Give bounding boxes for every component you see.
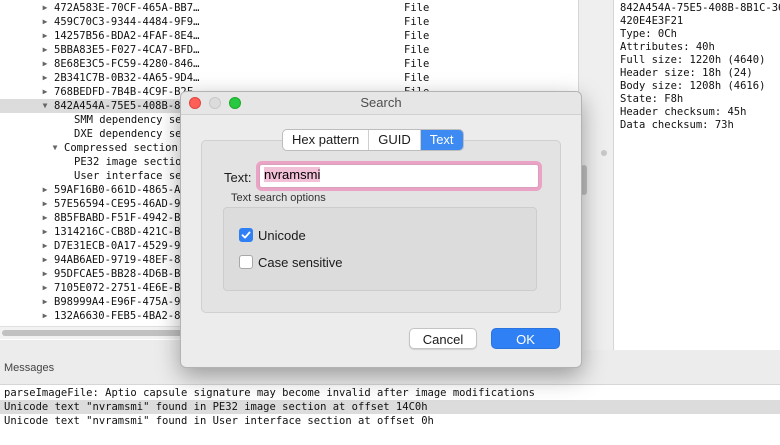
tree-row-name: 7105E072-2751-4E6E-BA (54, 282, 187, 294)
collapsed-arrow-icon[interactable]: ▶ (40, 253, 50, 267)
info-line: Body size: 1208h (4616) (620, 80, 766, 92)
tree-row-name: D7E31ECB-0A17-4529-9B (54, 240, 187, 252)
info-line: State: F8h (620, 93, 684, 105)
tree-row-name: 14257B56-BDA2-4FAF-8E4… (54, 30, 200, 42)
case-sensitive-checkbox[interactable] (239, 255, 253, 269)
collapsed-arrow-icon[interactable]: ▶ (40, 57, 50, 71)
info-line: Attributes: 40h (620, 41, 715, 53)
dialog-titlebar[interactable]: Search (181, 92, 581, 115)
tree-row-name: 132A6630-FEB5-4BA2-85 (54, 310, 187, 322)
tree-row-name: B98999A4-E96F-475A-99 (54, 296, 187, 308)
info-line: Header checksum: 45h (620, 106, 747, 118)
search-mode-tabs: Hex pattern GUID Text (282, 129, 464, 151)
messages-list[interactable]: parseImageFile: Aptio capsule signature … (0, 384, 780, 445)
tree-row-name: 57E56594-CE95-46AD-95 (54, 198, 187, 210)
collapsed-arrow-icon[interactable]: ▶ (40, 1, 50, 15)
collapsed-arrow-icon[interactable]: ▶ (40, 85, 50, 99)
tree-row-name: 2B341C7B-0B32-4A65-9D4… (54, 72, 200, 84)
tree-row[interactable]: ▶ 472A583E-70CF-465A-BB7… File (0, 1, 578, 15)
tree-row-name: 842A454A-75E5-408B-8B (54, 100, 187, 112)
message-line[interactable]: parseImageFile: Aptio capsule signature … (0, 386, 780, 400)
tree-row-name: 59AF16B0-661D-4865-A3 (54, 184, 187, 196)
panel-splitter[interactable] (578, 0, 614, 350)
options-group (223, 207, 537, 291)
collapsed-arrow-icon[interactable]: ▶ (40, 183, 50, 197)
tree-row[interactable]: ▶ 2B341C7B-0B32-4A65-9D4… File (0, 71, 578, 85)
tree-row[interactable]: ▶ 459C70C3-9344-4484-9F9… File (0, 15, 578, 29)
unicode-checkbox[interactable] (239, 228, 253, 242)
messages-title: Messages (4, 362, 55, 374)
collapsed-arrow-icon[interactable]: ▶ (40, 29, 50, 43)
text-label: Text: (224, 170, 252, 185)
tree-row-name: User interface sec (74, 170, 188, 182)
tree-row[interactable]: ▶ 8E68E3C5-FC59-4280-846… File (0, 57, 578, 71)
tree-row-name: 8E68E3C5-FC59-4280-846… (54, 58, 200, 70)
collapsed-arrow-icon[interactable]: ▶ (40, 309, 50, 323)
tab-text[interactable]: Text (420, 130, 463, 150)
case-sensitive-option[interactable]: Case sensitive (239, 254, 343, 270)
collapsed-arrow-icon[interactable]: ▶ (40, 43, 50, 57)
tree-horizontal-scrollbar-thumb[interactable] (2, 330, 192, 336)
collapsed-arrow-icon[interactable]: ▶ (40, 267, 50, 281)
tree-row-name: 94AB6AED-9719-48EF-83 (54, 254, 187, 266)
tree-row-type: File (404, 44, 430, 56)
tree-row-name: PE32 image section (74, 156, 188, 168)
dialog-title: Search (360, 95, 402, 110)
unicode-label: Unicode (258, 227, 306, 243)
collapsed-arrow-icon[interactable]: ▶ (40, 281, 50, 295)
info-line: Full size: 1220h (4640) (620, 54, 766, 66)
tree-row-name: 5BBA83E5-F027-4CA7-BFD… (54, 44, 200, 56)
collapsed-arrow-icon[interactable]: ▶ (40, 295, 50, 309)
info-line: Type: 0Ch (620, 28, 677, 40)
tree-row-type: File (404, 72, 430, 84)
case-sensitive-label: Case sensitive (258, 254, 343, 270)
tree-row[interactable]: ▶ 14257B56-BDA2-4FAF-8E4… File (0, 29, 578, 43)
tree-row-type: File (404, 30, 430, 42)
info-line: 842A454A-75E5-408B-8B1C-36 (620, 2, 780, 14)
expanded-arrow-icon[interactable]: ▼ (40, 99, 50, 113)
info-line: 420E4E3F21 (620, 15, 684, 27)
collapsed-arrow-icon[interactable]: ▶ (40, 15, 50, 29)
tree-row-name: 95DFCAE5-BB28-4D6B-B1 (54, 268, 187, 280)
tree-row-name: 1314216C-CB8D-421C-B8 (54, 226, 187, 238)
collapsed-arrow-icon[interactable]: ▶ (40, 239, 50, 253)
text-search-value: nvramsmi (264, 167, 321, 182)
info-line: Header size: 18h (24) (620, 67, 753, 79)
ok-button[interactable]: OK (491, 328, 560, 349)
options-group-title: Text search options (231, 192, 326, 204)
tree-row[interactable]: ▶ 5BBA83E5-F027-4CA7-BFD… File (0, 43, 578, 57)
tab-hex-pattern[interactable]: Hex pattern (283, 130, 370, 150)
tree-row-type: File (404, 58, 430, 70)
tree-row-name: 459C70C3-9344-4484-9F9… (54, 16, 200, 28)
tree-row-type: File (404, 16, 430, 28)
info-line: Data checksum: 73h (620, 119, 734, 131)
collapsed-arrow-icon[interactable]: ▶ (40, 211, 50, 225)
collapsed-arrow-icon[interactable]: ▶ (40, 225, 50, 239)
expanded-arrow-icon[interactable]: ▼ (50, 141, 60, 155)
message-line[interactable]: Unicode text "nvramsmi" found in PE32 im… (0, 400, 780, 414)
tree-row-name: Compressed section (64, 142, 178, 154)
checkmark-icon (241, 231, 251, 239)
search-dialog: Search Hex pattern GUID Text Text: nvram… (180, 91, 582, 368)
tree-row-name: 472A583E-70CF-465A-BB7… (54, 2, 200, 14)
splitter-handle[interactable] (601, 150, 607, 156)
tree-row-type: File (404, 2, 430, 14)
text-search-input[interactable]: nvramsmi (259, 164, 539, 188)
collapsed-arrow-icon[interactable]: ▶ (40, 71, 50, 85)
info-panel: 842A454A-75E5-408B-8B1C-36 420E4E3F21 Type… (614, 0, 780, 350)
tab-guid[interactable]: GUID (369, 130, 421, 150)
tree-row-name: 8B5FBABD-F51F-4942-BF (54, 212, 187, 224)
message-line[interactable]: Unicode text "nvramsmi" found in User in… (0, 414, 780, 428)
unicode-option[interactable]: Unicode (239, 227, 306, 243)
collapsed-arrow-icon[interactable]: ▶ (40, 197, 50, 211)
tree-row-name: 768BEDFD-7B4B-4C9F-B2F… (54, 86, 200, 98)
cancel-button[interactable]: Cancel (409, 328, 477, 349)
